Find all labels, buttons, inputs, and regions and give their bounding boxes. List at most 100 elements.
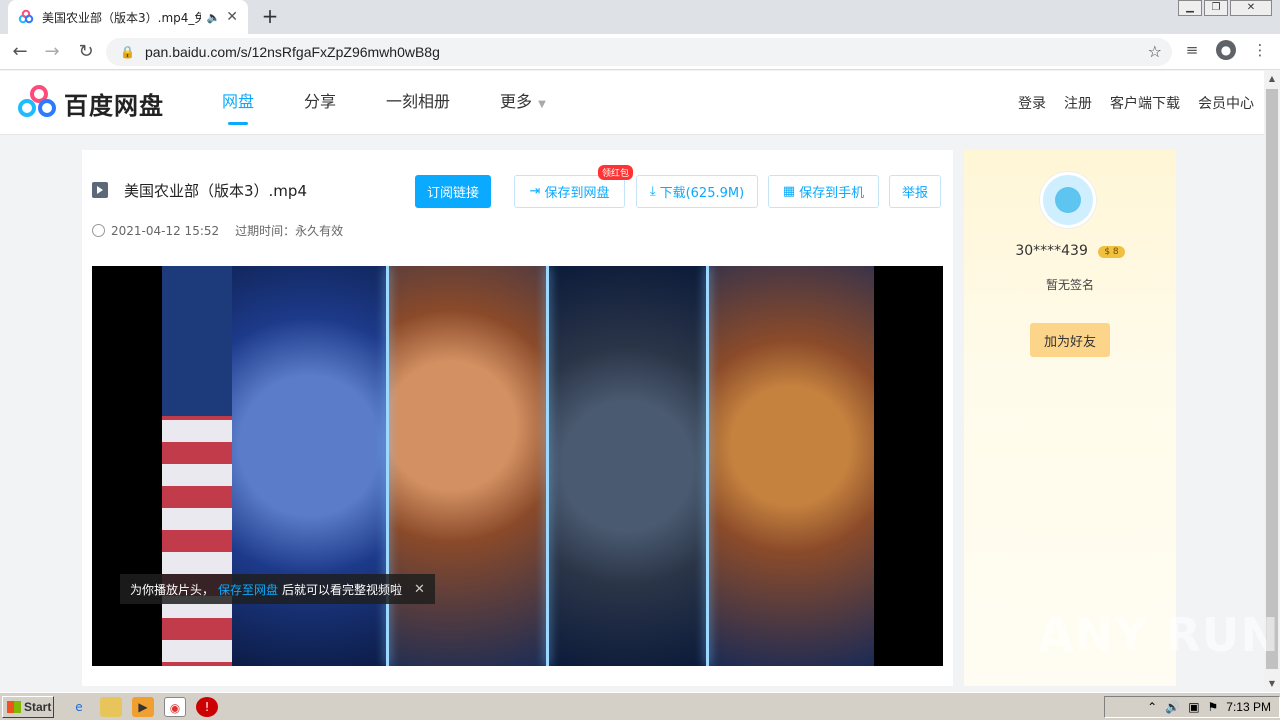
baidu-favicon-icon	[18, 9, 34, 24]
reload-icon[interactable]: ↻	[74, 40, 98, 64]
tab-title: 美国农业部（版本3）.mp4_免费	[42, 10, 201, 25]
preview-toast: 为你播放片头， 保存至网盘 后就可以看完整视频啦 ✕	[120, 574, 435, 604]
user-name-row: 30****439 $ 8	[964, 243, 1176, 259]
save-to-disk-label: 保存到网盘	[544, 186, 610, 201]
ie-icon[interactable]: e	[68, 697, 90, 717]
nav-more-label: 更多	[500, 92, 533, 111]
subscribe-label: 订阅链接	[426, 186, 479, 201]
sharer-panel: 30****439 $ 8 暂无签名 加为好友	[964, 150, 1176, 686]
nav-item-share[interactable]: 分享	[304, 71, 336, 135]
forward-icon[interactable]: →	[40, 40, 64, 64]
back-icon[interactable]: ←	[8, 40, 32, 64]
media-player-icon[interactable]: ▶	[132, 697, 154, 717]
browser-toolbar: ← → ↻ 🔒 pan.baidu.com/s/12nsRfgaFxZpZ96m…	[0, 34, 1280, 70]
add-friend-button[interactable]: 加为好友	[1030, 323, 1110, 357]
scroll-thumb[interactable]	[1266, 89, 1278, 669]
flag-icon[interactable]: ⚑	[1208, 700, 1219, 714]
fried-fish-panel	[707, 266, 874, 666]
share-card: 美国农业部（版本3）.mp4 订阅链接 ⇥ 保存到网盘 ⤓ 下载(625.9M) ▦…	[82, 150, 953, 686]
close-icon[interactable]: ✕	[414, 582, 425, 597]
restore-button[interactable]: ❐	[1204, 0, 1228, 16]
profile-icon[interactable]: ●	[1216, 40, 1236, 60]
volume-icon[interactable]: 🔊	[1165, 700, 1180, 714]
upload-date: 2021-04-12 15:52	[92, 223, 219, 238]
user-signature: 暂无签名	[1045, 278, 1094, 292]
site-header: 百度网盘 网盘 分享 一刻相册 更多 ▼ 登录 注册 客户端下载 会员中心	[0, 71, 1264, 135]
bookmark-star-icon[interactable]: ☆	[1148, 42, 1162, 61]
start-button[interactable]: Start	[2, 696, 54, 718]
toolbar-actions: ≡ ● ⋮	[1182, 40, 1270, 60]
file-name: 美国农业部（版本3）.mp4	[124, 182, 307, 200]
account-nav: 登录 注册 客户端下载 会员中心	[1018, 71, 1254, 135]
minimize-button[interactable]: ▁	[1178, 0, 1202, 16]
light-streak	[706, 266, 709, 666]
toast-suffix: 后就可以看完整视频啦	[282, 582, 403, 597]
red-packet-badge: 领红包	[598, 165, 634, 180]
download-label: 下载(625.9M)	[659, 186, 745, 201]
report-label: 举报	[901, 186, 928, 201]
clock-text: 7:13 PM	[1226, 700, 1271, 714]
light-streak	[386, 266, 389, 666]
menu-icon[interactable]: ⋮	[1250, 40, 1270, 60]
clock-icon	[92, 223, 105, 237]
browser-tab[interactable]: 美国农业部（版本3）.mp4_免费 🔈 ✕	[8, 0, 248, 34]
login-link[interactable]: 登录	[1018, 93, 1046, 113]
level-badge: $ 8	[1098, 246, 1125, 258]
chrome-icon[interactable]: ◉	[164, 697, 186, 717]
logo-icon	[18, 85, 58, 121]
lock-icon: 🔒	[120, 45, 135, 59]
flag-panel	[162, 266, 232, 666]
nav-item-album[interactable]: 一刻相册	[386, 71, 450, 135]
network-icon[interactable]: ▣	[1188, 700, 1199, 714]
nav-item-more[interactable]: 更多 ▼	[500, 71, 546, 135]
main-nav: 网盘 分享 一刻相册 更多 ▼	[222, 71, 596, 135]
stop-icon[interactable]: !	[196, 697, 218, 717]
baidu-pan-logo[interactable]: 百度网盘	[18, 85, 164, 121]
video-frame	[162, 266, 874, 666]
video-player[interactable]: 为你播放片头， 保存至网盘 后就可以看完整视频啦 ✕	[92, 266, 943, 666]
client-download-link[interactable]: 客户端下载	[1110, 93, 1180, 113]
file-meta: 2021-04-12 15:52 过期时间：永久有效	[92, 222, 343, 239]
window-controls: ▁ ❐ ✕	[1178, 0, 1272, 16]
register-link[interactable]: 注册	[1064, 93, 1092, 113]
start-label: Start	[24, 700, 52, 714]
system-tray: ⌃ 🔊 ▣ ⚑ 7:13 PM	[1104, 696, 1280, 718]
file-row: 美国农业部（版本3）.mp4 订阅链接 ⇥ 保存到网盘 ⤓ 下载(625.9M) ▦…	[92, 175, 942, 210]
fish-panel	[547, 266, 707, 666]
report-button[interactable]: 举报	[889, 175, 941, 208]
user-name: 30****439	[1015, 243, 1088, 259]
new-tab-button[interactable]: +	[258, 4, 282, 28]
expiry-text: 过期时间：永久有效	[235, 224, 344, 238]
page-scrollbar[interactable]: ▲ ▼	[1264, 71, 1280, 692]
tray-expand-icon[interactable]: ⌃	[1147, 700, 1157, 714]
speaker-icon[interactable]: 🔈	[207, 11, 221, 24]
folder-icon[interactable]	[100, 697, 122, 717]
avatar	[1040, 172, 1096, 228]
chevron-down-icon: ▼	[538, 99, 546, 110]
address-bar[interactable]: 🔒 pan.baidu.com/s/12nsRfgaFxZpZ96mwh0wB8…	[106, 38, 1172, 66]
level-value: 8	[1112, 247, 1119, 257]
quick-launch: e ▶ ◉ !	[68, 697, 218, 717]
qr-code-icon: ▦	[782, 184, 796, 199]
anyrun-watermark: ANY RUN	[1038, 608, 1280, 662]
close-window-button[interactable]: ✕	[1230, 0, 1272, 16]
windows-logo-icon	[7, 701, 21, 713]
light-streak	[546, 266, 549, 666]
subscribe-button[interactable]: 订阅链接	[415, 175, 491, 208]
logo-text: 百度网盘	[64, 91, 164, 120]
browser-tabstrip: 美国农业部（版本3）.mp4_免费 🔈 ✕ + ▁ ❐ ✕	[0, 0, 1280, 34]
save-icon: ⇥	[529, 184, 541, 199]
toast-save-link[interactable]: 保存至网盘	[218, 581, 278, 598]
url-text: pan.baidu.com/s/12nsRfgaFxZpZ96mwh0wB8g	[144, 44, 440, 60]
download-button[interactable]: ⤓ 下载(625.9M)	[636, 175, 758, 208]
download-icon: ⤓	[649, 184, 656, 199]
close-tab-icon[interactable]: ✕	[226, 9, 238, 25]
media-control-icon[interactable]: ≡	[1182, 40, 1202, 60]
blueberries-panel	[232, 266, 387, 666]
save-to-phone-button[interactable]: ▦ 保存到手机	[768, 175, 879, 208]
scroll-down-icon[interactable]: ▼	[1264, 676, 1280, 692]
nav-item-netdisk[interactable]: 网盘	[222, 71, 254, 135]
video-file-icon	[92, 182, 108, 198]
member-center-link[interactable]: 会员中心	[1198, 93, 1254, 113]
scroll-up-icon[interactable]: ▲	[1264, 71, 1280, 87]
